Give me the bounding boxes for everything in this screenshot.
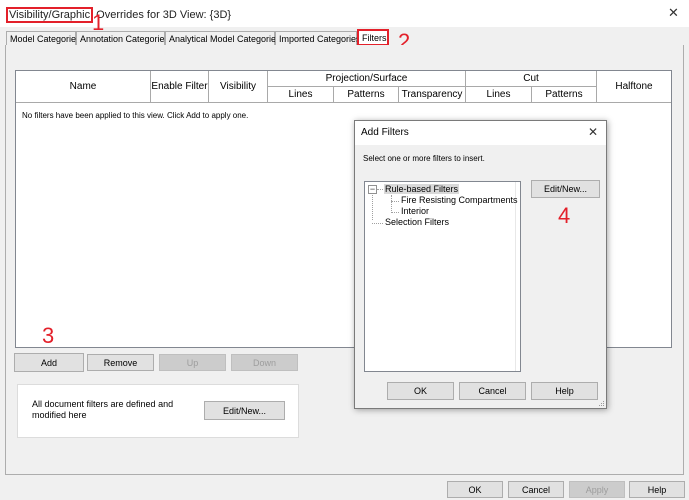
cancel-button[interactable]: Cancel (508, 481, 564, 498)
remove-filter-button[interactable]: Remove (87, 354, 154, 371)
tab-filters[interactable]: Filters (357, 29, 389, 46)
tab-imported-categories[interactable]: Imported Categories (275, 31, 361, 46)
tree-connector (372, 195, 373, 220)
filters-tree[interactable]: − Rule-based Filters Fire Resisting Comp… (364, 181, 521, 372)
tree-item-interior[interactable]: Interior (401, 206, 429, 216)
help-button[interactable]: Help (629, 481, 685, 498)
tab-annotation-categories[interactable]: Annotation Categories (76, 31, 169, 46)
col-header-name[interactable]: Name (16, 71, 151, 103)
tree-connector (372, 223, 383, 224)
document-filters-group: All document filters are defined and mod… (17, 384, 299, 438)
dialog-cancel-button[interactable]: Cancel (459, 382, 526, 400)
tree-item-fire-resisting-compartments[interactable]: Fire Resisting Compartments (401, 195, 518, 205)
close-icon[interactable]: ✕ (668, 5, 679, 21)
tree-connector (391, 201, 399, 202)
tree-item-selection-filters[interactable]: Selection Filters (385, 217, 449, 227)
col-header-projection-surface: Projection/Surface (268, 71, 466, 87)
col-header-cut-patterns[interactable]: Patterns (532, 87, 597, 103)
col-header-proj-lines[interactable]: Lines (268, 87, 334, 103)
col-header-cut-lines[interactable]: Lines (466, 87, 532, 103)
title-highlight: Visibility/Graphic (6, 7, 94, 23)
tree-connector (391, 212, 399, 213)
tree-item-rule-based-filters[interactable]: Rule-based Filters (384, 184, 460, 194)
add-filters-instruction: Select one or more filters to insert. (363, 154, 485, 163)
tree-connector (391, 195, 392, 213)
edit-new-filters-button[interactable]: Edit/New... (204, 401, 285, 420)
add-filter-button[interactable]: Add (14, 353, 84, 372)
dialog-help-button[interactable]: Help (531, 382, 598, 400)
callout-4: 4 (558, 203, 571, 228)
tree-connector (377, 189, 383, 190)
col-header-enable-filter[interactable]: Enable Filter (151, 71, 209, 103)
move-down-button[interactable]: Down (231, 354, 298, 371)
col-header-visibility[interactable]: Visibility (209, 71, 268, 103)
col-header-halftone[interactable]: Halftone (597, 71, 671, 103)
close-icon[interactable]: ✕ (588, 125, 598, 139)
dialog-edit-new-button[interactable]: Edit/New... (531, 180, 600, 198)
collapse-icon[interactable]: − (368, 185, 377, 194)
dialog-ok-button[interactable]: OK (387, 382, 454, 400)
col-header-proj-transparency[interactable]: Transparency (399, 87, 466, 103)
document-filters-text: All document filters are defined and mod… (32, 399, 174, 420)
window-title: Visibility/Graphic Overrides for 3D View… (6, 7, 231, 23)
callout-3: 3 (42, 323, 55, 348)
resize-grip-icon[interactable] (597, 399, 605, 407)
tab-analytical-model-categories[interactable]: Analytical Model Categories (165, 31, 281, 46)
move-up-button[interactable]: Up (159, 354, 226, 371)
add-filters-title: Add Filters (361, 127, 409, 138)
tab-model-categories[interactable]: Model Categories (6, 31, 81, 46)
add-filters-dialog: Add Filters ✕ Select one or more filters… (354, 120, 607, 409)
col-header-proj-patterns[interactable]: Patterns (334, 87, 399, 103)
ok-button[interactable]: OK (447, 481, 503, 498)
tree-scroll-divider (515, 182, 516, 371)
apply-button[interactable]: Apply (569, 481, 625, 498)
col-header-cut: Cut (466, 71, 597, 87)
title-rest: Overrides for 3D View: {3D} (96, 9, 232, 21)
empty-filters-message: No filters have been applied to this vie… (22, 111, 249, 120)
